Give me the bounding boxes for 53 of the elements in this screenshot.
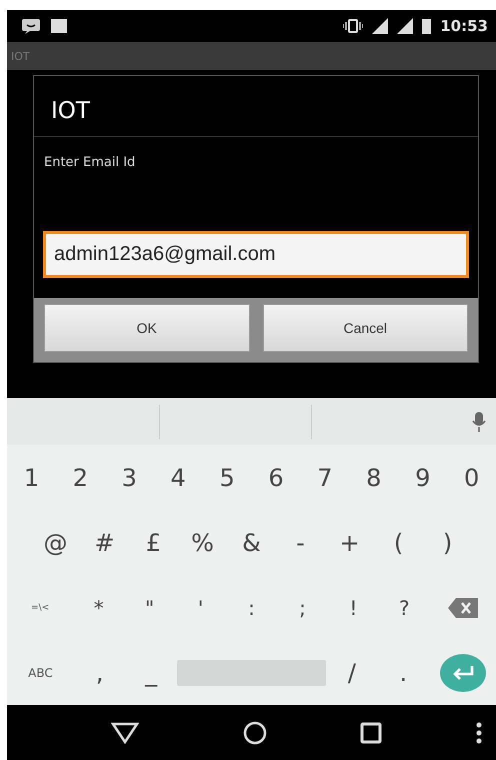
key[interactable]: ': [198, 596, 204, 620]
key[interactable]: 7: [317, 464, 333, 492]
key[interactable]: ": [145, 596, 154, 620]
image-icon: [51, 18, 67, 34]
key[interactable]: %: [191, 528, 214, 556]
vibrate-icon: [343, 18, 364, 34]
key[interactable]: 1: [24, 464, 40, 492]
key[interactable]: &: [242, 528, 261, 556]
dialog-message: Enter Email Id: [43, 154, 136, 172]
key[interactable]: 3: [122, 464, 137, 492]
key[interactable]: 0: [464, 464, 480, 492]
key[interactable]: _: [145, 658, 158, 686]
key[interactable]: 4: [170, 464, 186, 492]
signal-icon: [397, 18, 414, 34]
signal-icon: [372, 18, 388, 34]
key[interactable]: @: [44, 528, 68, 556]
menu-icon[interactable]: [476, 722, 482, 744]
email-input-field[interactable]: admin123a6@gmail.com: [43, 231, 469, 278]
key[interactable]: #: [94, 528, 115, 556]
mode-key[interactable]: ABC: [28, 666, 53, 680]
ok-button[interactable]: OK: [44, 304, 250, 352]
key[interactable]: -: [296, 528, 305, 556]
key[interactable]: /: [348, 658, 356, 686]
key[interactable]: 2: [72, 464, 88, 492]
key[interactable]: +: [339, 528, 360, 556]
key[interactable]: !: [349, 596, 358, 620]
key[interactable]: 9: [415, 464, 430, 492]
dialog-title: IOT: [50, 97, 91, 126]
key[interactable]: 8: [366, 464, 382, 492]
clock-time: 10:53: [440, 17, 488, 35]
key[interactable]: (: [394, 528, 404, 556]
key[interactable]: 5: [219, 464, 235, 492]
key[interactable]: .: [400, 658, 408, 686]
key[interactable]: :: [248, 596, 255, 620]
key[interactable]: 6: [268, 464, 284, 492]
key[interactable]: ): [442, 528, 452, 556]
enter-key[interactable]: [440, 654, 486, 692]
key[interactable]: ;: [299, 596, 306, 620]
microphone-icon[interactable]: [472, 412, 486, 432]
recents-icon[interactable]: [360, 722, 382, 744]
backspace-icon[interactable]: [448, 598, 478, 618]
battery-icon: [422, 18, 432, 34]
back-icon[interactable]: [111, 722, 139, 744]
home-icon[interactable]: [242, 720, 267, 744]
key[interactable]: ,: [96, 658, 104, 686]
key[interactable]: *: [94, 596, 104, 620]
app-title: IOT: [11, 50, 30, 62]
message-icon: [21, 18, 41, 34]
return-arrow-icon: [450, 666, 475, 680]
key[interactable]: ?: [399, 596, 410, 620]
cancel-button[interactable]: Cancel: [262, 304, 468, 352]
key[interactable]: £: [146, 528, 162, 556]
mode-key[interactable]: =\<: [31, 602, 50, 612]
